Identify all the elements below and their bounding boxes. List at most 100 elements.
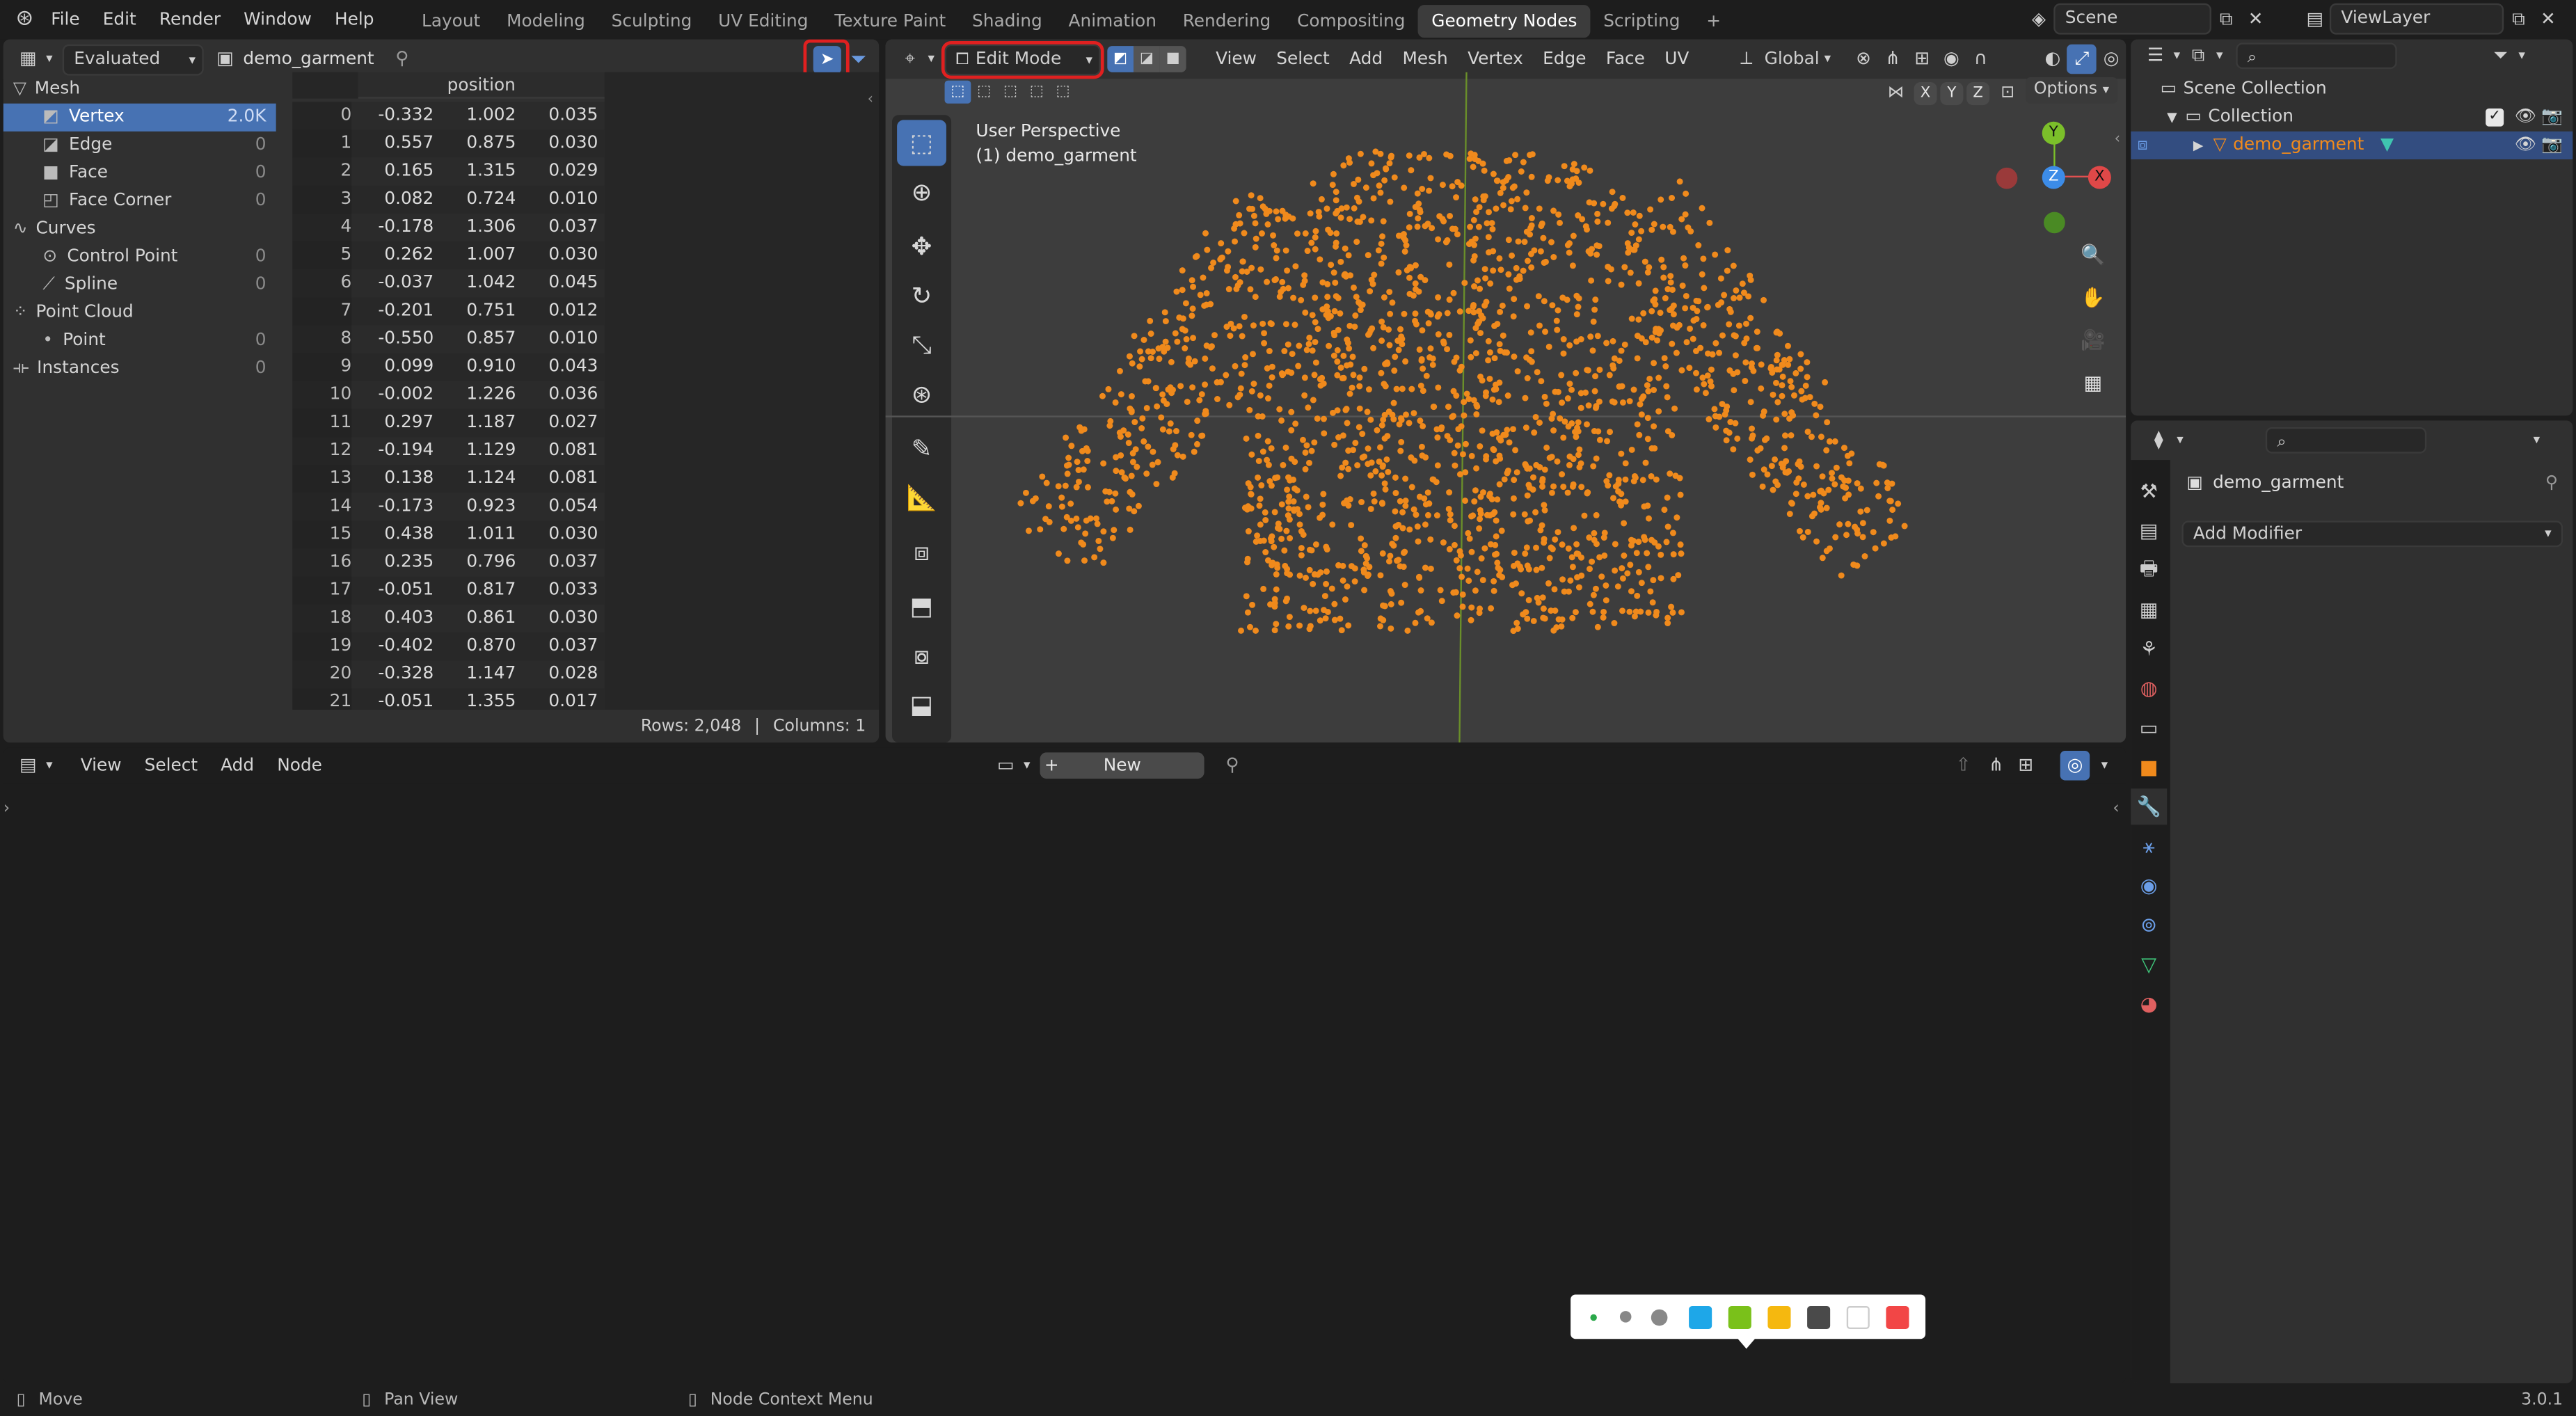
snap-element-icon[interactable]: ⊞ [2011, 751, 2040, 780]
constraints-tab-icon[interactable]: ⊚ [2131, 907, 2167, 943]
3d-viewport[interactable]: ⌖ ▾ ⧠ Edit Mode ▾ ◩ ◪ ■ View Select Add Mesh V… [885, 39, 2126, 743]
tab-uv-editing[interactable]: UV Editing [705, 5, 821, 38]
new-view-layer-icon[interactable]: ⧉ [2504, 4, 2533, 33]
domain-group-mesh[interactable]: ▽ Mesh [3, 76, 276, 104]
domain-group-curves[interactable]: ∿ Curves [3, 215, 276, 243]
menu-edit[interactable]: Edit [91, 0, 148, 40]
table-row[interactable]: 15 0.438 1.011 0.030 [292, 520, 605, 549]
domain-item-vertex[interactable]: ◩ Vertex 2.0K [3, 103, 276, 132]
pin-icon[interactable]: ⚲ [388, 45, 417, 74]
modifier-tab-icon[interactable]: 🔧 [2131, 788, 2168, 825]
scene-name-field[interactable]: Scene [2053, 3, 2211, 35]
domain-item-face-corner[interactable]: ◰ Face Corner 0 [3, 187, 276, 215]
sidebar-toggle-icon[interactable]: ‹ [2113, 800, 2119, 818]
tool-tab-icon[interactable]: ⚒ [2131, 473, 2167, 509]
pin-icon[interactable]: ⚲ [2545, 473, 2558, 493]
tab-geometry-nodes[interactable]: Geometry Nodes [1418, 5, 1591, 38]
table-row[interactable]: 4 -0.178 1.306 0.037 [292, 213, 605, 242]
exclude-checkbox[interactable]: ✓ [2486, 108, 2504, 127]
table-row[interactable]: 17 -0.051 0.817 0.033 [292, 576, 605, 605]
menu-help[interactable]: Help [323, 0, 385, 40]
color-swatch[interactable] [1846, 1305, 1870, 1328]
toolbar-toggle-icon[interactable]: › [3, 800, 10, 818]
large-dot-icon[interactable] [1651, 1308, 1668, 1326]
editor-type-icon[interactable]: ▦ [13, 45, 42, 74]
view-layer-name-field[interactable]: ViewLayer [2329, 3, 2504, 35]
table-row[interactable]: 10 -0.002 1.226 0.036 [292, 381, 605, 409]
data-tab-icon[interactable]: ▽ [2131, 946, 2167, 983]
blender-logo-icon[interactable]: ⊛ [10, 5, 39, 34]
filter-icon[interactable]: ⏷ [845, 46, 873, 74]
perspective-grid-icon[interactable]: ▦ [2075, 365, 2111, 401]
scene-tab-icon[interactable]: ⚘ [2131, 631, 2167, 667]
table-row[interactable]: 14 -0.173 0.923 0.054 [292, 493, 605, 521]
geometry-nodes-modifier-icon[interactable]: ▼ [2380, 135, 2394, 154]
filter-icon[interactable]: ⏷ [2486, 41, 2515, 70]
view-layer-icon[interactable]: ▤ [2300, 4, 2329, 33]
table-row[interactable]: 8 -0.550 0.857 0.010 [292, 325, 605, 353]
domain-item-control-point[interactable]: ⊙ Control Point 0 [3, 243, 276, 271]
domain-group-instances[interactable]: ⟛ Instances 0 [3, 355, 276, 383]
node-menu-add[interactable]: Add [209, 747, 266, 785]
menu-file[interactable]: File [40, 0, 92, 40]
z-axis-icon[interactable]: Z [2042, 166, 2065, 189]
tab-scripting[interactable]: Scripting [1590, 5, 1693, 38]
table-row[interactable]: 9 0.099 0.910 0.043 [292, 353, 605, 381]
collapse-icon[interactable]: ▼ [2167, 110, 2177, 125]
tab-compositing[interactable]: Compositing [1284, 5, 1418, 38]
outliner-search-input[interactable]: ⌕ [2236, 42, 2397, 70]
medium-dot-icon[interactable] [1619, 1311, 1632, 1323]
tab-animation[interactable]: Animation [1056, 5, 1170, 38]
material-tab-icon[interactable]: ◕ [2131, 986, 2167, 1022]
table-row[interactable]: 20 -0.328 1.147 0.028 [292, 660, 605, 689]
node-menu-view[interactable]: View [69, 747, 133, 785]
new-node-tree-button[interactable]: + New [1040, 752, 1204, 779]
render-camera-icon[interactable]: 📷 [2541, 132, 2563, 159]
physics-tab-icon[interactable]: ◉ [2131, 868, 2167, 904]
x-axis-icon[interactable]: X [2088, 166, 2111, 189]
table-row[interactable]: 5 0.262 1.007 0.030 [292, 241, 605, 270]
color-swatch[interactable] [1886, 1305, 1909, 1328]
sidebar-toggle-icon[interactable]: ‹ [2115, 132, 2121, 148]
color-swatch[interactable] [1767, 1305, 1791, 1328]
position-column-header[interactable]: position [391, 72, 572, 99]
add-workspace-icon[interactable]: + [1693, 5, 1734, 38]
render-camera-icon[interactable]: 📷 [2541, 104, 2563, 132]
neg-y-axis-icon[interactable] [2044, 212, 2065, 234]
pin-icon[interactable]: ⚲ [1218, 751, 1247, 780]
tab-texture-paint[interactable]: Texture Paint [821, 5, 959, 38]
menu-window[interactable]: Window [232, 0, 324, 40]
zoom-icon[interactable]: 🔍 [2075, 237, 2111, 273]
new-scene-icon[interactable]: ⧉ [2211, 4, 2241, 33]
menu-render[interactable]: Render [148, 0, 232, 40]
camera-icon[interactable]: 🎥 [2075, 322, 2111, 358]
table-row[interactable]: 19 -0.402 0.870 0.037 [292, 632, 605, 661]
navigation-gizmo[interactable]: Y Z X [1996, 118, 2111, 234]
scene-icon[interactable]: ◈ [2024, 4, 2053, 33]
table-row[interactable]: 6 -0.037 1.042 0.045 [292, 269, 605, 298]
world-tab-icon[interactable]: ◍ [2131, 670, 2167, 706]
add-modifier-dropdown[interactable]: Add Modifier ▾ [2181, 520, 2563, 548]
table-row[interactable]: 3 0.082 0.724 0.010 [292, 185, 605, 214]
domain-item-spline[interactable]: ⟋ Spline 0 [3, 271, 276, 299]
node-editor[interactable]: ▤ ▾ View Select Add Node ▭ ▾ + New ⚲ ⇧ ⋔ ⊞ … [3, 747, 2126, 1383]
table-row[interactable]: 0 -0.332 1.002 0.035 [292, 102, 605, 130]
domain-item-point[interactable]: • Point 0 [3, 327, 276, 355]
view-layer-tab-icon[interactable]: ▦ [2131, 591, 2167, 628]
snap-icon[interactable]: ⋔ [1981, 751, 2010, 780]
table-row[interactable]: 11 0.297 1.187 0.027 [292, 408, 605, 438]
node-menu-select[interactable]: Select [133, 747, 209, 785]
parent-node-tree-icon[interactable]: ⇧ [1948, 751, 1978, 780]
node-tree-type-icon[interactable]: ▭ [991, 751, 1020, 780]
editor-type-icon[interactable]: ☰ [2140, 41, 2170, 70]
tab-layout[interactable]: Layout [408, 5, 493, 38]
table-row[interactable]: 18 0.403 0.861 0.030 [292, 604, 605, 633]
collection-item[interactable]: ▼ ▭ Collection ✓ 👁 📷 [2131, 104, 2573, 132]
table-row[interactable]: 13 0.138 1.124 0.081 [292, 465, 605, 493]
properties-search-input[interactable]: ⌕ [2265, 427, 2427, 454]
domain-item-edge[interactable]: ◪ Edge 0 [3, 132, 276, 159]
sidebar-toggle-icon[interactable]: ‹ [868, 92, 874, 109]
table-row[interactable]: 16 0.235 0.796 0.037 [292, 548, 605, 577]
color-swatch[interactable] [1689, 1305, 1712, 1328]
overlay-icon[interactable]: ◎ [2060, 750, 2090, 781]
